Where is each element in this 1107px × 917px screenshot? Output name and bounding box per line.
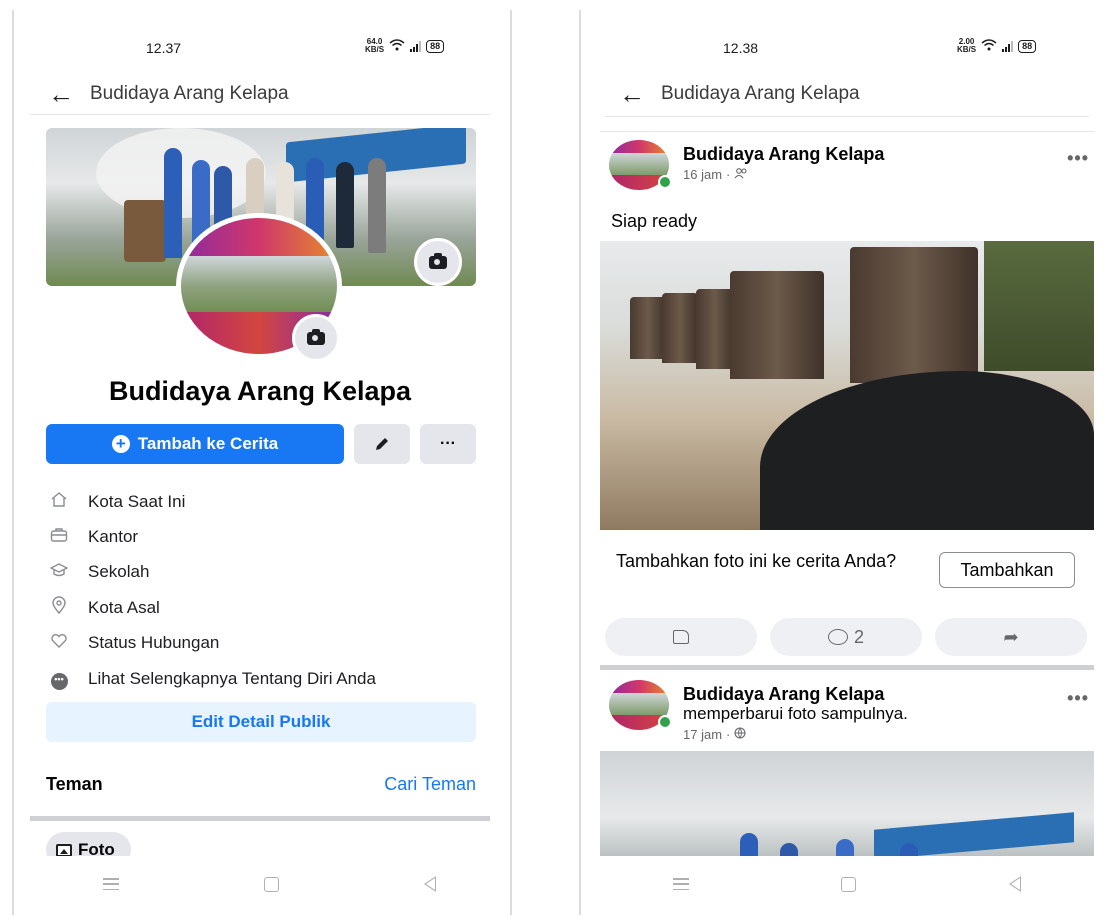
post-author[interactable]: Budidaya Arang Kelapa [683, 144, 884, 165]
online-indicator [658, 715, 672, 729]
nav-back-icon[interactable] [1008, 876, 1021, 892]
briefcase-icon [46, 527, 72, 548]
signal-icon [1002, 40, 1014, 52]
edit-public-details-button[interactable]: Edit Detail Publik [46, 702, 476, 742]
plus-circle-icon: + [111, 435, 130, 453]
more-dots-icon: ••• [50, 673, 68, 691]
add-to-story-button[interactable]: + Tambah ke Cerita [46, 424, 344, 464]
location-pin-icon [46, 596, 72, 619]
share-story-prompt: Tambahkan foto ini ke cerita Anda? [616, 551, 897, 571]
pencil-icon [376, 438, 388, 450]
friends-icon [734, 167, 748, 182]
about-item-see-more[interactable]: ••• Lihat Selengkapnya Tentang Diri Anda [46, 661, 376, 696]
about-item-hometown[interactable]: Kota Asal [46, 590, 376, 625]
comment-icon [827, 629, 848, 645]
back-arrow-icon[interactable]: ← [617, 81, 647, 107]
photo-icon [56, 843, 72, 857]
post-meta: 16 jam · [683, 167, 748, 182]
nav-menu-icon[interactable] [673, 878, 690, 890]
status-time: 12.38 [723, 40, 759, 56]
post-more-button[interactable]: ••• [1067, 688, 1089, 709]
online-indicator [658, 175, 672, 189]
battery-icon: 88 [1018, 39, 1037, 53]
post-cover-photo[interactable] [600, 751, 1094, 861]
post-meta: 17 jam · [683, 727, 746, 742]
thumbs-up-icon [673, 630, 689, 644]
network-speed: 2.00 KB/S [957, 37, 977, 54]
post-action-text: memperbarui foto sampulnya. [683, 704, 908, 723]
page-title: Budidaya Arang Kelapa [90, 83, 289, 104]
about-item-work[interactable]: Kantor [46, 519, 376, 554]
nav-back-icon[interactable] [423, 876, 436, 892]
feed-screen: 12.38 2.00 KB/S 88 ← Budidaya Arang Kela… [597, 10, 1097, 915]
wifi-icon [389, 38, 405, 54]
profile-screen: 12.37 64.0 KB/S 88 ← Budidaya Arang Kela… [30, 10, 508, 915]
post-more-button[interactable]: ••• [1067, 148, 1089, 169]
status-bar: 12.38 2.00 KB/S 88 [597, 38, 1097, 62]
find-friends-link[interactable]: Cari Teman [384, 774, 476, 795]
home-icon [46, 491, 72, 512]
post-text: Siap ready [611, 211, 698, 231]
like-button[interactable] [605, 618, 757, 656]
post-header: Budidaya Arang Kelapa 16 jam · ••• [609, 140, 1089, 200]
about-item-relationship[interactable]: Status Hubungan [46, 626, 376, 661]
friends-section-header: Teman Cari Teman [46, 774, 476, 795]
post-author[interactable]: Budidaya Arang Kelapa [683, 684, 884, 705]
back-arrow-icon[interactable]: ← [46, 81, 76, 107]
camera-icon [429, 252, 447, 269]
system-navbar [597, 856, 1097, 912]
graduation-cap-icon [46, 562, 72, 583]
camera-icon [307, 328, 325, 345]
nav-home-icon[interactable] [841, 876, 857, 892]
cover-camera-button[interactable] [414, 238, 462, 286]
system-navbar [30, 856, 508, 912]
status-time: 12.37 [146, 40, 182, 56]
nav-home-icon[interactable] [263, 876, 279, 892]
about-item-school[interactable]: Sekolah [46, 555, 376, 590]
nav-menu-icon[interactable] [102, 878, 119, 890]
wifi-icon [981, 38, 997, 54]
add-to-story-button[interactable]: Tambahkan [939, 552, 1075, 588]
post-photo[interactable] [600, 241, 1094, 530]
heart-icon [46, 633, 72, 654]
battery-icon: 88 [426, 39, 445, 53]
about-item-current-city[interactable]: Kota Saat Ini [46, 484, 376, 519]
about-list: Kota Saat Ini Kantor Sekolah Kota Asal S… [46, 484, 376, 696]
friends-title: Teman [46, 774, 103, 794]
signal-icon [410, 40, 422, 52]
edit-profile-button[interactable] [354, 424, 410, 464]
page-title: Budidaya Arang Kelapa [661, 83, 860, 104]
share-button[interactable]: ➦ [935, 618, 1087, 656]
avatar-camera-button[interactable] [292, 314, 340, 362]
more-options-button[interactable]: ··· [420, 424, 476, 464]
share-arrow-icon: ➦ [1003, 626, 1019, 647]
status-bar: 12.37 64.0 KB/S 88 [30, 38, 508, 62]
globe-icon [734, 727, 746, 742]
comment-count: 2 [853, 626, 864, 647]
profile-name: Budidaya Arang Kelapa [108, 376, 412, 406]
network-speed: 64.0 KB/S [365, 37, 385, 54]
comment-button[interactable]: 2 [770, 618, 922, 656]
post-header: Budidaya Arang Kelapa memperbarui foto s… [609, 680, 1089, 742]
post-actions: 2 ➦ [605, 618, 1087, 656]
